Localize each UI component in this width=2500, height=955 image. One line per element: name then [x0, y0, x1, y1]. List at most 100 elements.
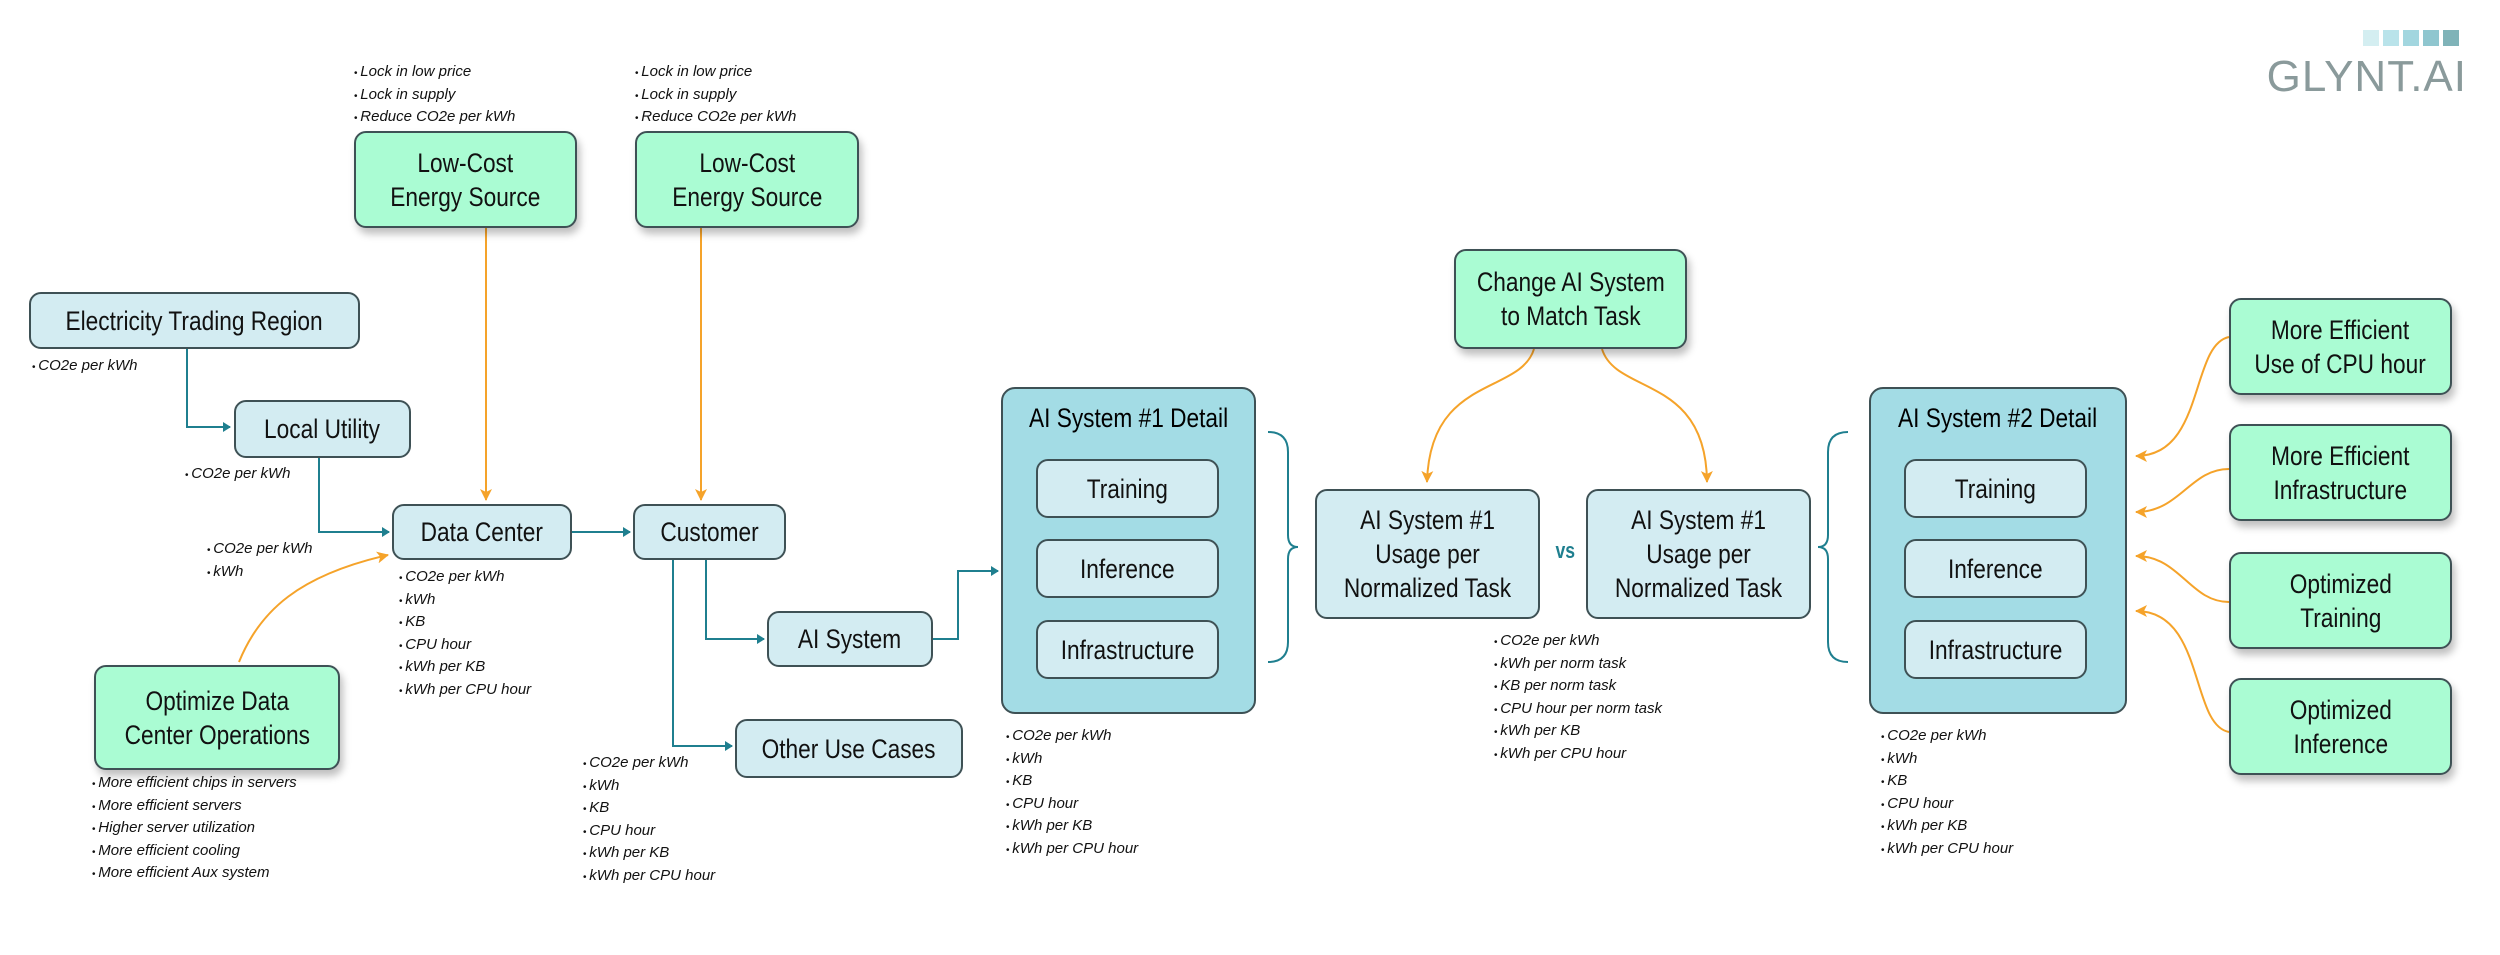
node-label: Electricity Trading Region: [65, 305, 324, 336]
connector-etr-to-utility: [186, 349, 231, 432]
note-item: kWh per KB: [1494, 721, 1662, 744]
note-item: kWh per CPU hour: [1006, 839, 1138, 862]
note-item: KB: [1006, 771, 1138, 794]
node-label: AI System #1 Usage per Normalized Task: [1343, 505, 1512, 603]
logo-square: [2443, 30, 2459, 46]
note-item: CO2e per kWh: [207, 539, 312, 562]
panel-ai-system-1-detail: AI System #1 Detail Training Inference I…: [1001, 387, 1256, 714]
node-usage-left: AI System #1 Usage per Normalized Task: [1315, 489, 1540, 619]
node-more-efficient-cpu: More Efficient Use of CPU hour: [2229, 298, 2452, 395]
notes-local-utility: CO2e per kWh: [185, 464, 290, 487]
panel-title: AI System #1 Detail: [1028, 403, 1229, 433]
node-label: Customer: [660, 517, 759, 547]
logo-square: [2423, 30, 2439, 46]
connector-customer-to-ai-system: [705, 560, 765, 644]
node-label: More Efficient Use of CPU hour: [2254, 314, 2427, 379]
notes-electricity-trading-region: CO2e per kWh: [32, 356, 137, 379]
connector-change-to-usage-right: [1601, 348, 1713, 483]
node-label: Optimize Data Center Operations: [124, 685, 310, 750]
node-label: Low-Cost Energy Source: [390, 147, 541, 212]
notes-detail1: CO2e per kWhkWhKBCPU hourkWh per KBkWh p…: [1006, 726, 1138, 861]
note-item: KB: [399, 612, 531, 635]
connector-change-to-usage-left: [1421, 348, 1535, 483]
node-label: Infrastructure: [1928, 634, 2063, 665]
note-item: Reduce CO2e per kWh: [635, 107, 796, 130]
detail2-training: Training: [1904, 459, 2087, 518]
node-ai-system: AI System: [767, 611, 933, 667]
node-label: Inference: [1080, 553, 1175, 584]
node-data-center: Data Center: [392, 504, 572, 560]
note-item: kWh: [399, 590, 531, 613]
node-change-ai-system: Change AI System to Match Task: [1454, 249, 1687, 349]
node-low-cost-energy-1: Low-Cost Energy Source: [354, 131, 577, 228]
node-low-cost-energy-2: Low-Cost Energy Source: [635, 131, 859, 228]
note-item: kWh per KB: [1881, 816, 2013, 839]
node-label: Optimized Training: [2289, 568, 2392, 633]
note-item: KB: [1881, 771, 2013, 794]
node-other-use-cases: Other Use Cases: [735, 719, 963, 778]
panel-title: AI System #2 Detail: [1898, 403, 2098, 433]
note-item: Higher server utilization: [92, 818, 297, 841]
note-item: Lock in supply: [354, 85, 515, 108]
node-customer: Customer: [633, 504, 786, 560]
connector-infra-to-detail2: [2135, 468, 2230, 518]
diagram-canvas: Electricity Trading Region Local Utility…: [0, 0, 2500, 955]
note-item: CO2e per kWh: [1881, 726, 2013, 749]
note-item: CO2e per kWh: [399, 567, 531, 590]
detail1-infrastructure: Infrastructure: [1036, 620, 1219, 679]
node-label: Inference: [1948, 553, 2043, 584]
detail1-inference: Inference: [1036, 539, 1219, 598]
note-item: kWh per CPU hour: [1881, 839, 2013, 862]
node-label: Local Utility: [264, 414, 381, 444]
note-item: CO2e per kWh: [185, 464, 290, 487]
logo-square: [2363, 30, 2379, 46]
note-item: More efficient cooling: [92, 841, 297, 864]
note-item: CPU hour per norm task: [1494, 699, 1662, 722]
connector-inference-to-detail2: [2135, 605, 2230, 733]
note-item: More efficient chips in servers: [92, 773, 296, 796]
logo-square: [2383, 30, 2399, 46]
note-item: CO2e per kWh: [1494, 631, 1662, 654]
note-item: kWh: [207, 562, 312, 585]
node-label: AI System #1 Usage per Normalized Task: [1614, 505, 1783, 603]
note-item: kWh: [583, 776, 715, 799]
note-item: CPU hour: [1006, 794, 1138, 817]
note-item: kWh: [1006, 749, 1138, 772]
notes-data-center: CO2e per kWhkWhKBCPU hourkWh per KBkWh p…: [399, 567, 531, 702]
notes-low-cost-2: Lock in low priceLock in supplyReduce CO…: [635, 62, 796, 130]
notes-optimize-dc-ops: More efficient chips in serversMore effi…: [92, 773, 297, 886]
note-item: More efficient servers: [92, 796, 297, 819]
bracket-detail2: [1817, 431, 1849, 663]
detail1-training: Training: [1036, 459, 1219, 518]
note-item: kWh per KB: [1006, 816, 1138, 839]
note-item: CPU hour: [1881, 794, 2013, 817]
notes-usage: CO2e per kWhkWh per norm taskKB per norm…: [1494, 631, 1662, 766]
node-label: Optimized Inference: [2289, 694, 2392, 759]
notes-low-cost-1: Lock in low priceLock in supplyReduce CO…: [354, 62, 515, 130]
node-label: Low-Cost Energy Source: [671, 147, 823, 212]
panel-ai-system-2-detail: AI System #2 Detail Training Inference I…: [1869, 387, 2127, 714]
node-local-utility: Local Utility: [234, 400, 411, 458]
note-item: CO2e per kWh: [32, 356, 137, 379]
vs-label: vs: [1553, 538, 1577, 564]
note-item: CPU hour: [399, 635, 531, 658]
note-item: kWh per norm task: [1494, 654, 1662, 677]
logo-text: GLYNT.AI: [2266, 52, 2467, 101]
vs-text: vs: [1555, 538, 1576, 563]
note-item: kWh: [1881, 749, 2013, 772]
detail2-infrastructure: Infrastructure: [1904, 620, 2087, 679]
node-label: Training: [1086, 473, 1169, 504]
note-item: kWh per KB: [399, 657, 531, 680]
node-usage-right: AI System #1 Usage per Normalized Task: [1586, 489, 1811, 619]
note-item: More efficient Aux system: [92, 863, 297, 886]
node-optimized-training: Optimized Training: [2229, 552, 2452, 649]
connector-training-to-detail2: [2135, 550, 2230, 603]
note-item: kWh per CPU hour: [583, 866, 715, 889]
connector-ai-system-to-detail1: [933, 566, 999, 640]
note-item: Reduce CO2e per kWh: [354, 107, 515, 130]
note-item: Lock in supply: [635, 85, 796, 108]
notes-data-center-input: CO2e per kWhkWh: [207, 539, 312, 584]
node-label: Infrastructure: [1060, 634, 1195, 665]
node-label: Other Use Cases: [762, 733, 936, 764]
logo-square: [2403, 30, 2419, 46]
